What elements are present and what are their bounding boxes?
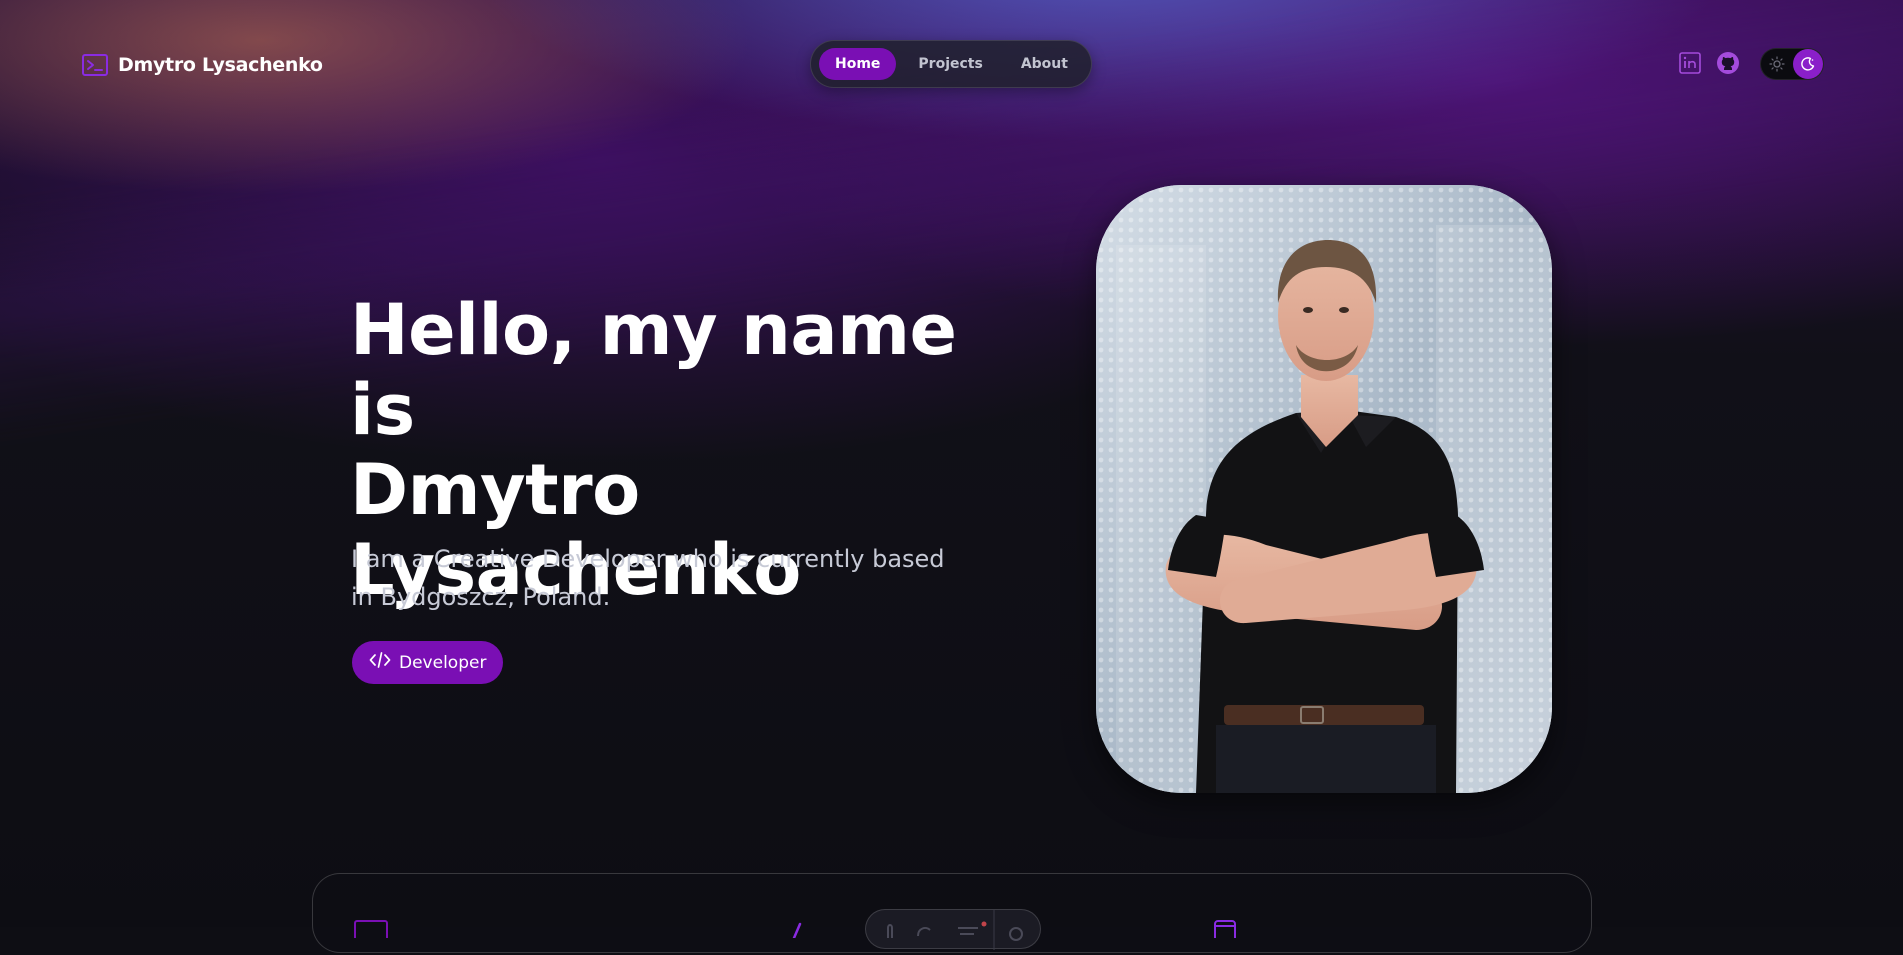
pen-icon: [790, 918, 824, 940]
app-icon: [1214, 918, 1248, 942]
hero-subtitle: I am a Creative Developer who is current…: [351, 545, 945, 611]
brand[interactable]: Dmytro Lysachenko: [82, 52, 323, 78]
terminal-icon: [82, 54, 108, 76]
brand-name: Dmytro Lysachenko: [118, 54, 323, 76]
site-header: Dmytro Lysachenko Home Projects About: [0, 0, 1903, 128]
nav-item-projects[interactable]: Projects: [902, 48, 998, 80]
theme-toggle[interactable]: [1760, 48, 1824, 80]
portrait-photo: [1096, 185, 1552, 793]
hero-title-line1: Hello, my name is: [350, 289, 957, 451]
hero-title-line2: Dmytro: [350, 449, 640, 531]
window-icon: [354, 918, 388, 942]
linkedin-icon[interactable]: [1677, 50, 1703, 76]
moon-icon: [1793, 49, 1823, 79]
sun-icon: [1769, 56, 1785, 72]
nav-item-about[interactable]: About: [1005, 48, 1084, 80]
main-nav: Home Projects About: [810, 40, 1092, 88]
github-icon[interactable]: [1715, 50, 1741, 76]
developer-badge-label: Developer: [399, 652, 487, 673]
code-icon: [369, 651, 391, 674]
tools-toolbar[interactable]: [865, 909, 1041, 950]
nav-item-home[interactable]: Home: [819, 48, 897, 80]
developer-badge[interactable]: Developer: [352, 641, 504, 684]
